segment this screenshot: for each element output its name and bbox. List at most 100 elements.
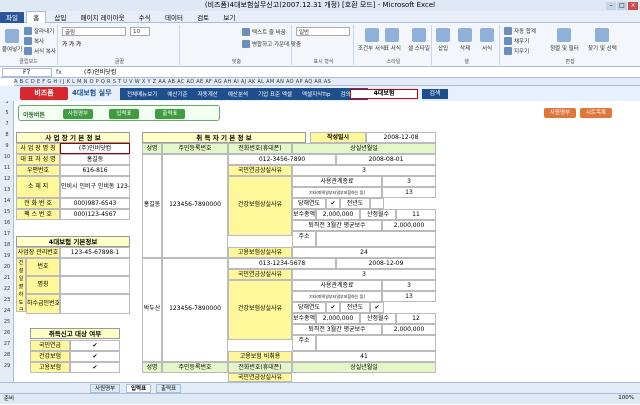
employment-reason-value[interactable]: 41: [292, 351, 436, 362]
menu-item-all[interactable]: 전체메뉴보기: [122, 90, 162, 98]
employee-list-button[interactable]: 사원명부: [63, 109, 93, 119]
font-name-select[interactable]: 굴림: [62, 27, 126, 36]
sort-filter-button[interactable]: 정렬 및 필터: [550, 28, 579, 52]
conditional-format-button[interactable]: 조건부 서식: [358, 28, 385, 52]
sub-value[interactable]: 3: [382, 280, 436, 291]
year-prev-checkbox[interactable]: [370, 198, 384, 209]
find-select-button[interactable]: 찾기 및 선택: [588, 28, 617, 52]
row-number[interactable]: 25: [0, 319, 14, 325]
row-number[interactable]: 17: [0, 231, 14, 237]
report-checkbox[interactable]: ✔: [70, 351, 120, 362]
row-headers[interactable]: 1357891011121314151617181920212223242526…: [0, 86, 14, 382]
company-field-value[interactable]: (주)인비닷컴: [60, 143, 130, 154]
sub-value[interactable]: 3: [382, 176, 436, 187]
row-number[interactable]: 7: [0, 121, 14, 127]
avg-pay-value[interactable]: 2,000,000: [382, 324, 436, 335]
row-number[interactable]: 20: [0, 264, 14, 270]
minimize-icon[interactable]: –: [606, 2, 616, 10]
pension-reason-value[interactable]: 3: [292, 165, 436, 176]
menu-item-tip[interactable]: 엑셀지식Tip: [297, 90, 335, 98]
name-box[interactable]: F7: [2, 68, 52, 77]
autosum-button[interactable]: 자동 합계: [504, 27, 536, 35]
menu-item-standard[interactable]: 기업 표준 엑셀: [253, 90, 297, 98]
insurance-field-value[interactable]: [60, 276, 130, 294]
input-sheet-button[interactable]: 입력표: [109, 109, 139, 119]
sub-value[interactable]: 13: [382, 291, 436, 302]
menu-item-budget[interactable]: 예산기준: [162, 90, 192, 98]
person-name[interactable]: 박두산: [142, 258, 162, 362]
row-number[interactable]: 27: [0, 341, 14, 347]
row-number[interactable]: 24: [0, 308, 14, 314]
format-cells-button[interactable]: 서식: [480, 28, 494, 52]
address-value[interactable]: [316, 335, 436, 351]
company-field-value[interactable]: 인비시 인비구 인비동 123-45: [60, 176, 130, 198]
pay-total-value[interactable]: 2,000,000: [316, 313, 360, 324]
row-number[interactable]: 21: [0, 275, 14, 281]
pension-reason-value[interactable]: 3: [292, 269, 436, 280]
font-size-select[interactable]: 10: [130, 27, 150, 36]
column-headers[interactable]: A B C D E F G H I J K L M N O P Q R S T …: [14, 78, 640, 86]
format-painter-button[interactable]: 서식 복사: [24, 47, 56, 55]
insert-cells-button[interactable]: 삽입: [436, 28, 450, 52]
menu-item-autocalc[interactable]: 자동계산: [193, 90, 223, 98]
row-number[interactable]: 11: [0, 165, 14, 171]
year-current-checkbox[interactable]: ✔: [326, 302, 340, 313]
pay-total-value[interactable]: 2,000,000: [316, 209, 360, 220]
tab-home[interactable]: 홈: [26, 11, 47, 23]
sub-value[interactable]: 13: [382, 187, 436, 198]
tab-sheet-output[interactable]: 출력표: [156, 384, 182, 393]
company-field-value[interactable]: 홍길동: [60, 154, 130, 165]
row-number[interactable]: 22: [0, 286, 14, 292]
bold-button[interactable]: 가 가 가: [62, 40, 81, 48]
wrap-text-button[interactable]: 텍스트 줄 바꿈: [242, 28, 286, 36]
tab-sheet-input[interactable]: 입력표: [126, 384, 152, 393]
sheet-list-button[interactable]: 시트목록: [580, 108, 612, 118]
report-checkbox[interactable]: ✔: [70, 362, 120, 373]
row-number[interactable]: 13: [0, 187, 14, 193]
person-name[interactable]: 홍길동: [142, 154, 162, 258]
company-field-value[interactable]: 000)123-4567: [60, 209, 130, 220]
row-number[interactable]: 16: [0, 220, 14, 226]
person-loss-date[interactable]: 2008-08-01: [336, 154, 436, 165]
person-rrn[interactable]: 123456-7890000: [162, 154, 228, 258]
person-phone[interactable]: 013-1234-5678: [228, 258, 336, 269]
merge-center-button[interactable]: 병합하고 가운데 맞춤: [242, 40, 301, 48]
row-number[interactable]: 15: [0, 209, 14, 215]
date-value[interactable]: 2008-12-08: [366, 132, 436, 143]
company-field-value[interactable]: 000)987-6543: [60, 198, 130, 209]
row-number[interactable]: 18: [0, 242, 14, 248]
menu-item-analysis[interactable]: 예산분석: [223, 90, 253, 98]
row-number[interactable]: 5: [0, 110, 14, 116]
address-value[interactable]: [316, 231, 436, 247]
person-rrn[interactable]: 123456-7890000: [162, 258, 228, 362]
formula-input[interactable]: (주)인비닷컴: [84, 68, 116, 77]
insurance-field-value[interactable]: 123-45-67898-1: [60, 247, 130, 258]
insurance-search-input[interactable]: 4대보험: [350, 89, 418, 99]
employee-list-action-button[interactable]: 사원명부: [544, 108, 576, 118]
delete-cells-button[interactable]: 삭제: [458, 28, 472, 52]
number-format-select[interactable]: 일반: [296, 27, 350, 36]
fill-button[interactable]: 채우기: [504, 37, 529, 45]
employment-reason-value[interactable]: 24: [292, 247, 436, 258]
cut-button[interactable]: 잘라내기: [24, 27, 54, 35]
copy-button[interactable]: 복사: [24, 37, 44, 45]
tab-sheet-employees[interactable]: 사원명부: [90, 384, 121, 393]
months-value[interactable]: 11: [396, 209, 436, 220]
row-number[interactable]: 19: [0, 253, 14, 259]
insurance-field-value[interactable]: [60, 258, 130, 276]
zoom-level[interactable]: 100%: [618, 393, 634, 404]
clear-button[interactable]: 지우기: [504, 47, 529, 55]
row-number[interactable]: 23: [0, 297, 14, 303]
fx-icon[interactable]: fx: [56, 68, 62, 77]
report-checkbox[interactable]: ✔: [70, 340, 120, 351]
cell-style-button[interactable]: 셀 스타일: [408, 28, 430, 52]
row-number[interactable]: 9: [0, 143, 14, 149]
months-value[interactable]: 12: [396, 313, 436, 324]
row-number[interactable]: 14: [0, 198, 14, 204]
output-sheet-button[interactable]: 출력표: [155, 109, 185, 119]
year-prev-checkbox[interactable]: ✔: [370, 302, 384, 313]
paste-button[interactable]: 붙여넣기: [2, 29, 22, 53]
format-table-button[interactable]: 표 서식: [384, 28, 401, 52]
maximize-icon[interactable]: □: [617, 2, 627, 10]
company-field-value[interactable]: 616-816: [60, 165, 130, 176]
